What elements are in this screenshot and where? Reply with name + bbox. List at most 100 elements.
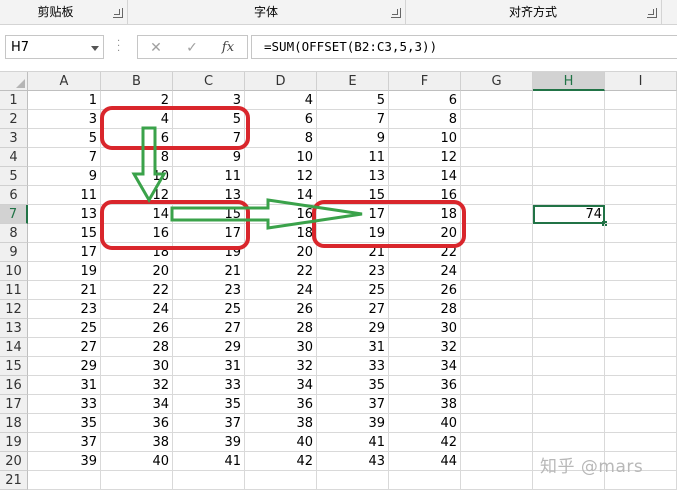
- cell-i4[interactable]: [605, 148, 677, 167]
- cell-a11[interactable]: 21: [28, 281, 101, 300]
- cell-c21[interactable]: [173, 471, 245, 490]
- cell-i13[interactable]: [605, 319, 677, 338]
- cell-b21[interactable]: [101, 471, 173, 490]
- cell-f10[interactable]: 24: [389, 262, 461, 281]
- cell-a10[interactable]: 19: [28, 262, 101, 281]
- cell-f11[interactable]: 26: [389, 281, 461, 300]
- cell-f12[interactable]: 28: [389, 300, 461, 319]
- row-header-19[interactable]: 19: [0, 433, 28, 452]
- cell-a5[interactable]: 9: [28, 167, 101, 186]
- cell-g16[interactable]: [461, 376, 533, 395]
- cell-h11[interactable]: [533, 281, 605, 300]
- cell-e18[interactable]: 39: [317, 414, 389, 433]
- cell-d12[interactable]: 26: [245, 300, 317, 319]
- cell-a14[interactable]: 27: [28, 338, 101, 357]
- cell-g20[interactable]: [461, 452, 533, 471]
- cell-e14[interactable]: 31: [317, 338, 389, 357]
- cell-e21[interactable]: [317, 471, 389, 490]
- row-header-15[interactable]: 15: [0, 357, 28, 376]
- cell-i11[interactable]: [605, 281, 677, 300]
- cell-b9[interactable]: 18: [101, 243, 173, 262]
- cancel-icon[interactable]: ✕: [144, 38, 168, 58]
- cell-i18[interactable]: [605, 414, 677, 433]
- cell-f6[interactable]: 16: [389, 186, 461, 205]
- cell-d8[interactable]: 18: [245, 224, 317, 243]
- cell-e20[interactable]: 43: [317, 452, 389, 471]
- cell-f15[interactable]: 34: [389, 357, 461, 376]
- cell-a18[interactable]: 35: [28, 414, 101, 433]
- enter-check-icon[interactable]: ✓: [180, 38, 204, 58]
- cell-c14[interactable]: 29: [173, 338, 245, 357]
- cell-f2[interactable]: 8: [389, 110, 461, 129]
- cell-g15[interactable]: [461, 357, 533, 376]
- column-header-h[interactable]: H: [533, 72, 605, 91]
- cell-f18[interactable]: 40: [389, 414, 461, 433]
- cell-i14[interactable]: [605, 338, 677, 357]
- row-header-10[interactable]: 10: [0, 262, 28, 281]
- cell-h6[interactable]: [533, 186, 605, 205]
- cell-d6[interactable]: 14: [245, 186, 317, 205]
- cell-g3[interactable]: [461, 129, 533, 148]
- cell-c2[interactable]: 5: [173, 110, 245, 129]
- cell-d3[interactable]: 8: [245, 129, 317, 148]
- cell-b5[interactable]: 10: [101, 167, 173, 186]
- cell-f17[interactable]: 38: [389, 395, 461, 414]
- cell-g6[interactable]: [461, 186, 533, 205]
- row-header-21[interactable]: 21: [0, 471, 28, 490]
- cell-g4[interactable]: [461, 148, 533, 167]
- cell-d4[interactable]: 10: [245, 148, 317, 167]
- cell-e13[interactable]: 29: [317, 319, 389, 338]
- row-header-17[interactable]: 17: [0, 395, 28, 414]
- cell-b20[interactable]: 40: [101, 452, 173, 471]
- select-all-button[interactable]: [0, 72, 28, 91]
- cell-e5[interactable]: 13: [317, 167, 389, 186]
- cell-g18[interactable]: [461, 414, 533, 433]
- cell-a9[interactable]: 17: [28, 243, 101, 262]
- cell-e7[interactable]: 17: [317, 205, 389, 224]
- cell-d17[interactable]: 36: [245, 395, 317, 414]
- cell-i19[interactable]: [605, 433, 677, 452]
- cell-g21[interactable]: [461, 471, 533, 490]
- cell-i15[interactable]: [605, 357, 677, 376]
- row-header-7[interactable]: 7: [0, 205, 28, 224]
- cell-i9[interactable]: [605, 243, 677, 262]
- cell-a12[interactable]: 23: [28, 300, 101, 319]
- cell-g5[interactable]: [461, 167, 533, 186]
- cell-d21[interactable]: [245, 471, 317, 490]
- cell-d19[interactable]: 40: [245, 433, 317, 452]
- cell-a20[interactable]: 39: [28, 452, 101, 471]
- row-header-14[interactable]: 14: [0, 338, 28, 357]
- cell-i10[interactable]: [605, 262, 677, 281]
- row-header-2[interactable]: 2: [0, 110, 28, 129]
- cell-i16[interactable]: [605, 376, 677, 395]
- cell-g13[interactable]: [461, 319, 533, 338]
- cell-e12[interactable]: 27: [317, 300, 389, 319]
- row-header-11[interactable]: 11: [0, 281, 28, 300]
- cell-e11[interactable]: 25: [317, 281, 389, 300]
- cell-i2[interactable]: [605, 110, 677, 129]
- cell-b17[interactable]: 34: [101, 395, 173, 414]
- cell-e9[interactable]: 21: [317, 243, 389, 262]
- cell-i6[interactable]: [605, 186, 677, 205]
- cell-a16[interactable]: 31: [28, 376, 101, 395]
- cell-c9[interactable]: 19: [173, 243, 245, 262]
- chevron-down-icon[interactable]: [91, 46, 99, 51]
- cell-g2[interactable]: [461, 110, 533, 129]
- cell-c11[interactable]: 23: [173, 281, 245, 300]
- row-header-4[interactable]: 4: [0, 148, 28, 167]
- row-header-12[interactable]: 12: [0, 300, 28, 319]
- clipboard-dialog-launcher-icon[interactable]: [113, 8, 123, 18]
- cell-c13[interactable]: 27: [173, 319, 245, 338]
- more-options-icon[interactable]: · · ·: [117, 37, 120, 57]
- cell-d16[interactable]: 34: [245, 376, 317, 395]
- cell-h12[interactable]: [533, 300, 605, 319]
- cell-d7[interactable]: 16: [245, 205, 317, 224]
- cell-d9[interactable]: 20: [245, 243, 317, 262]
- cell-h1[interactable]: [533, 91, 605, 110]
- row-header-13[interactable]: 13: [0, 319, 28, 338]
- cell-a6[interactable]: 11: [28, 186, 101, 205]
- cell-c17[interactable]: 35: [173, 395, 245, 414]
- cell-d1[interactable]: 4: [245, 91, 317, 110]
- row-header-18[interactable]: 18: [0, 414, 28, 433]
- cell-h4[interactable]: [533, 148, 605, 167]
